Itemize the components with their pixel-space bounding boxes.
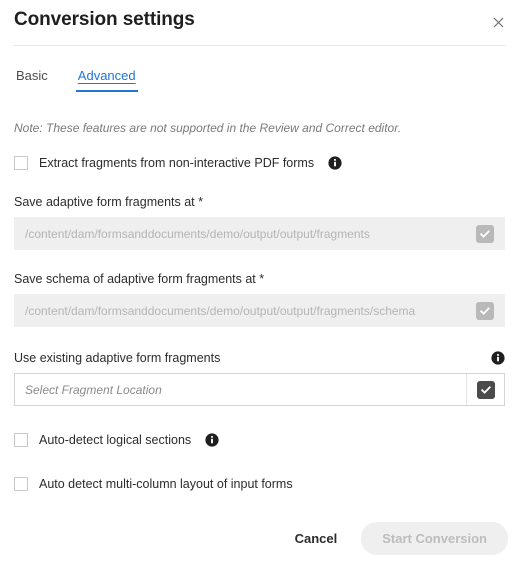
info-icon[interactable]	[205, 433, 219, 447]
close-icon[interactable]	[487, 11, 509, 33]
info-glyph	[328, 156, 342, 170]
dialog-footer: Cancel Start Conversion	[281, 522, 508, 555]
checkbox-auto-detect-sections[interactable]	[14, 433, 28, 447]
checkbox-extract-fragments[interactable]	[14, 156, 28, 170]
info-glyph	[205, 433, 219, 447]
note-text: Note: These features are not supported i…	[14, 121, 402, 135]
fragments-path-input	[15, 218, 466, 249]
start-conversion-button: Start Conversion	[361, 522, 508, 555]
option-extract-fragments-label: Extract fragments from non-interactive P…	[39, 156, 315, 170]
label-existing-fragments: Use existing adaptive form fragments	[14, 351, 221, 365]
fragments-path-picker-button	[466, 218, 504, 249]
field-schema-path	[14, 294, 505, 327]
schema-path-picker-button	[466, 295, 504, 326]
checkmark-icon	[476, 224, 494, 243]
field-fragments-path	[14, 217, 505, 250]
checkmark-glyph	[479, 229, 490, 238]
tab-advanced[interactable]: Advanced	[75, 68, 138, 92]
info-glyph	[491, 351, 505, 365]
checkmark-icon	[476, 380, 495, 399]
checkmark-icon	[476, 301, 494, 320]
checkbox-auto-detect-multicolumn[interactable]	[14, 477, 28, 491]
header-divider	[13, 45, 506, 46]
option-auto-detect-multicolumn[interactable]: Auto detect multi-column layout of input…	[14, 474, 505, 494]
tab-basic[interactable]: Basic	[14, 68, 50, 92]
close-glyph	[493, 17, 503, 27]
option-auto-detect-sections[interactable]: Auto-detect logical sections	[14, 430, 505, 450]
info-icon[interactable]	[491, 351, 505, 365]
info-icon[interactable]	[328, 156, 342, 170]
option-auto-detect-multicolumn-label: Auto detect multi-column layout of input…	[39, 477, 293, 491]
cancel-button[interactable]: Cancel	[281, 523, 352, 554]
existing-fragments-picker-button[interactable]	[466, 374, 504, 405]
existing-fragments-input[interactable]	[15, 374, 466, 405]
dialog-header: Conversion settings	[0, 0, 519, 45]
schema-path-input	[15, 295, 466, 326]
field-existing-fragments[interactable]	[14, 373, 505, 406]
option-extract-fragments[interactable]: Extract fragments from non-interactive P…	[14, 153, 505, 173]
page-title: Conversion settings	[14, 9, 195, 30]
option-auto-detect-sections-label: Auto-detect logical sections	[39, 433, 192, 447]
checkmark-glyph	[479, 306, 490, 315]
tab-bar: Basic Advanced	[14, 68, 138, 92]
label-existing-fragments-row: Use existing adaptive form fragments	[14, 351, 505, 365]
conversion-settings-dialog: Conversion settings Basic Advanced Note:…	[0, 0, 519, 567]
label-schema-path: Save schema of adaptive form fragments a…	[14, 272, 265, 286]
label-fragments-path: Save adaptive form fragments at *	[14, 195, 203, 209]
dialog-body: Note: These features are not supported i…	[0, 103, 519, 494]
checkmark-glyph	[480, 385, 491, 394]
